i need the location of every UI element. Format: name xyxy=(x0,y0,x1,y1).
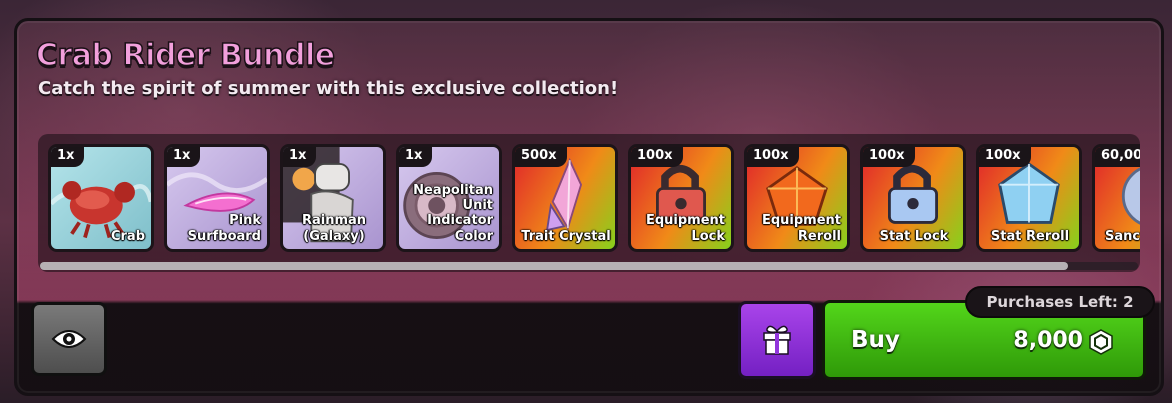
item-card-neapolitan[interactable]: 1x Neapolitan Unit Indicator Color xyxy=(396,144,502,252)
item-strip-scrollbar[interactable] xyxy=(40,262,1138,270)
item-name: Crab xyxy=(110,228,145,244)
item-name: Rainman (Galaxy) xyxy=(301,213,367,244)
item-name: Stat Lock xyxy=(879,228,949,244)
item-card-equipment-reroll[interactable]: 100x Equipment Reroll xyxy=(744,144,850,252)
item-card-stat-reroll[interactable]: 100x Stat Reroll xyxy=(976,144,1082,252)
item-name: Sanc xyxy=(1105,228,1140,244)
item-name: Equipment Reroll xyxy=(761,213,841,244)
item-quantity: 100x xyxy=(631,147,683,167)
item-quantity: 1x xyxy=(283,147,317,167)
item-card-stat-lock[interactable]: 100x Stat Lock xyxy=(860,144,966,252)
price-value: 8,000 xyxy=(1013,328,1083,353)
item-name: Trait Crystal xyxy=(521,228,611,244)
item-card-crab[interactable]: 1x Crab xyxy=(48,144,154,252)
item-name: Equipment Lock xyxy=(645,213,725,244)
bundle-title: Crab Rider Bundle xyxy=(35,37,336,74)
gift-button[interactable] xyxy=(738,301,816,379)
view-button[interactable] xyxy=(31,302,107,376)
buy-label: Buy xyxy=(851,327,900,353)
item-quantity: 500x xyxy=(515,147,567,167)
item-quantity: 100x xyxy=(747,147,799,167)
item-quantity: 1x xyxy=(399,147,433,167)
gift-icon xyxy=(763,325,791,355)
item-quantity: 1x xyxy=(167,147,201,167)
item-quantity: 60,00 xyxy=(1095,147,1140,167)
item-card-sand-dollar[interactable]: 60,00 Sanc xyxy=(1092,144,1140,252)
item-card-rainman[interactable]: 1x Rainman (Galaxy) xyxy=(280,144,386,252)
item-name: Pink Surfboard xyxy=(187,213,261,244)
item-quantity: 1x xyxy=(51,147,85,167)
item-card-pink-surfboard[interactable]: 1x Pink Surfboard xyxy=(164,144,270,252)
item-quantity: 100x xyxy=(863,147,915,167)
gem-coin-icon xyxy=(1089,329,1113,355)
item-name: Stat Reroll xyxy=(990,228,1070,244)
item-card-equipment-lock[interactable]: 100x Equipment Lock xyxy=(628,144,734,252)
eye-icon xyxy=(51,330,87,348)
item-quantity: 100x xyxy=(979,147,1031,167)
item-card-trait-crystal[interactable]: 500x Trait Crystal xyxy=(512,144,618,252)
scrollbar-thumb[interactable] xyxy=(40,262,1068,270)
bundle-subtitle: Catch the spirit of summer with this exc… xyxy=(38,78,619,99)
purchases-left-badge: Purchases Left: 2 xyxy=(965,286,1155,318)
item-name: Neapolitan Unit Indicator Color xyxy=(413,182,493,244)
item-strip[interactable]: 1x Crab 1x Pink Surfboard 1x Rainman (Ga… xyxy=(38,134,1140,272)
